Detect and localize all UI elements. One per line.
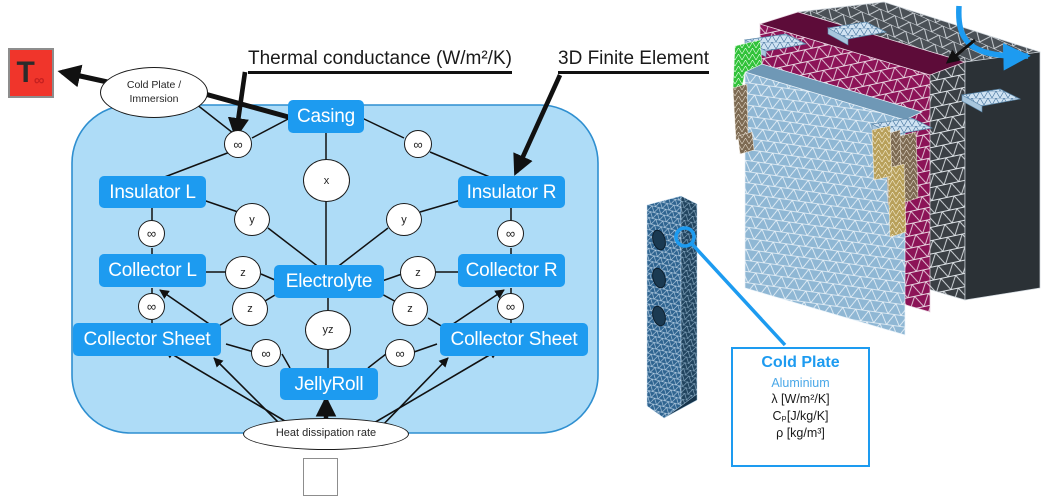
block-insulator-r-label: Insulator R — [466, 181, 557, 203]
gate-insulator-r-y: y — [386, 203, 422, 236]
ambient-symbol: T — [16, 56, 35, 89]
gate-sheet-l-z: z — [232, 292, 268, 326]
gate-casing-left: ∞ — [224, 130, 252, 158]
block-insulator-r[interactable]: Insulator R — [458, 176, 565, 208]
gate-sheet-r-z-label: z — [407, 303, 413, 315]
block-insulator-l[interactable]: Insulator L — [99, 176, 206, 208]
gate-casing-x: x — [303, 159, 350, 202]
block-collector-sheet-l-label: Collector Sheet — [83, 329, 211, 350]
block-collector-sheet-l[interactable]: Collector Sheet — [73, 323, 221, 356]
finite-element-label: 3D Finite Element — [558, 48, 710, 74]
cold-plate-lambda: λ [W/m²/K] — [771, 392, 830, 406]
cold-plate-line-1: Cold Plate / — [126, 79, 182, 92]
block-electrolyte-label: Electrolyte — [285, 271, 373, 292]
block-jellyroll[interactable]: JellyRoll — [280, 368, 378, 400]
flame-q-dot-icon — [303, 458, 338, 496]
gate-casing-right-label: ∞ — [413, 136, 423, 152]
block-collector-sheet-r[interactable]: Collector Sheet — [440, 323, 588, 356]
cold-plate-immersion-node: Cold Plate / Immersion — [100, 67, 208, 118]
gate-casing-right: ∞ — [404, 130, 432, 158]
gate-collector-l-inf-label: ∞ — [146, 299, 157, 314]
gate-collector-l-z: z — [225, 256, 261, 289]
block-electrolyte[interactable]: Electrolyte — [274, 265, 384, 298]
cold-plate-line-2: Immersion — [129, 92, 179, 105]
gate-collector-r-inf-label: ∞ — [505, 299, 516, 314]
gate-sheet-l-z-label: z — [247, 303, 253, 315]
gate-jellyroll-yz-label: yz — [322, 324, 334, 336]
gate-casing-x-label: x — [323, 174, 330, 187]
thermal-conductance-label: Thermal conductance (W/m²/K) — [248, 48, 512, 74]
block-collector-r-label: Collector R — [465, 260, 558, 281]
block-insulator-l-label: Insulator L — [109, 181, 196, 203]
block-collector-l-label: Collector L — [108, 260, 197, 281]
gate-collector-l-z-label: z — [240, 266, 246, 279]
gate-sheet-r-inf-label: ∞ — [395, 345, 405, 361]
block-collector-r[interactable]: Collector R — [458, 254, 565, 287]
heat-dissipation-node: Heat dissipation rate — [243, 418, 409, 450]
gate-insulator-r-y-label: y — [401, 213, 407, 226]
block-casing[interactable]: Casing — [288, 100, 364, 133]
gate-casing-left-label: ∞ — [233, 136, 243, 152]
ambient-subscript: ∞ — [33, 71, 45, 89]
block-jellyroll-label: JellyRoll — [294, 373, 364, 395]
block-collector-sheet-r-label: Collector Sheet — [450, 329, 578, 350]
gate-jellyroll-yz: yz — [305, 310, 351, 350]
gate-collector-l-inf: ∞ — [138, 293, 165, 320]
heat-dissipation-label: Heat dissipation rate — [275, 427, 377, 440]
gate-insulator-r-inf-label: ∞ — [505, 226, 516, 241]
gate-insulator-l-y: y — [234, 203, 270, 236]
gate-sheet-l-inf-label: ∞ — [261, 345, 271, 361]
cold-plate-card-title: Cold Plate — [761, 354, 840, 371]
gate-sheet-r-inf: ∞ — [385, 339, 415, 367]
ambient-temperature-badge: T ∞ — [8, 48, 54, 98]
cold-plate-cp: Cₚ[J/kg/K] — [772, 408, 829, 423]
gate-collector-r-z-label: z — [415, 266, 421, 279]
gate-collector-r-inf: ∞ — [497, 293, 524, 320]
gate-insulator-l-y-label: y — [249, 213, 255, 226]
cold-plate-material: Aluminium — [771, 376, 830, 390]
gate-insulator-r-inf: ∞ — [497, 220, 524, 247]
block-casing-label: Casing — [297, 106, 355, 127]
gate-collector-r-z: z — [400, 256, 436, 289]
cold-plate-info-card: Cold Plate Aluminium λ [W/m²/K] Cₚ[J/kg/… — [731, 347, 870, 467]
gate-sheet-l-inf: ∞ — [251, 339, 281, 367]
gate-insulator-l-inf: ∞ — [138, 220, 165, 247]
figure-root: T ∞ Thermal conductance (W/m²/K) 3D Finit… — [0, 0, 1046, 500]
block-collector-l[interactable]: Collector L — [99, 254, 206, 287]
cold-plate-rho: ρ [kg/m³] — [776, 425, 825, 440]
gate-sheet-r-z: z — [392, 292, 428, 326]
gate-insulator-l-inf-label: ∞ — [146, 226, 157, 241]
